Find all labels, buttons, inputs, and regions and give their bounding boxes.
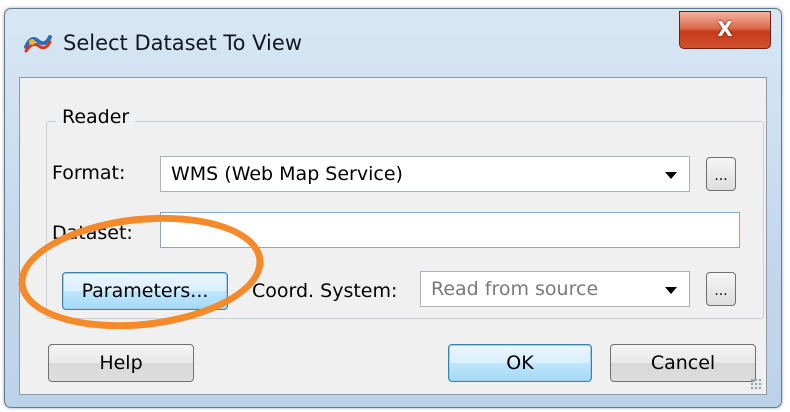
- coord-system-label: Coord. System:: [252, 280, 398, 302]
- format-dropdown[interactable]: WMS (Web Map Service): [160, 156, 690, 192]
- format-browse-button[interactable]: ...: [706, 157, 736, 191]
- dialog-content: Reader Format: WMS (Web Map Service) ...…: [19, 77, 767, 395]
- dataset-label: Dataset:: [52, 222, 133, 244]
- format-label: Format:: [52, 162, 126, 184]
- window-title: Select Dataset To View: [63, 31, 302, 55]
- cancel-button[interactable]: Cancel: [610, 344, 756, 382]
- resize-grip-icon[interactable]: [750, 378, 762, 390]
- dialog-window: Select Dataset To View X Reader Format: …: [4, 8, 782, 408]
- chevron-down-icon: [665, 172, 677, 179]
- close-icon: X: [717, 17, 733, 41]
- help-button[interactable]: Help: [48, 344, 194, 382]
- ok-button[interactable]: OK: [448, 344, 592, 382]
- coord-system-value: Read from source: [431, 278, 599, 300]
- coord-system-browse-button[interactable]: ...: [706, 272, 736, 306]
- dataset-input[interactable]: [160, 212, 740, 248]
- chevron-down-icon: [665, 287, 677, 294]
- close-button[interactable]: X: [679, 11, 771, 49]
- coord-system-dropdown[interactable]: Read from source: [420, 271, 690, 307]
- parameters-button[interactable]: Parameters...: [62, 272, 228, 310]
- format-value: WMS (Web Map Service): [171, 163, 403, 185]
- app-logo-icon: [24, 35, 52, 53]
- reader-group-label: Reader: [56, 106, 136, 128]
- title-bar[interactable]: Select Dataset To View X: [5, 9, 781, 77]
